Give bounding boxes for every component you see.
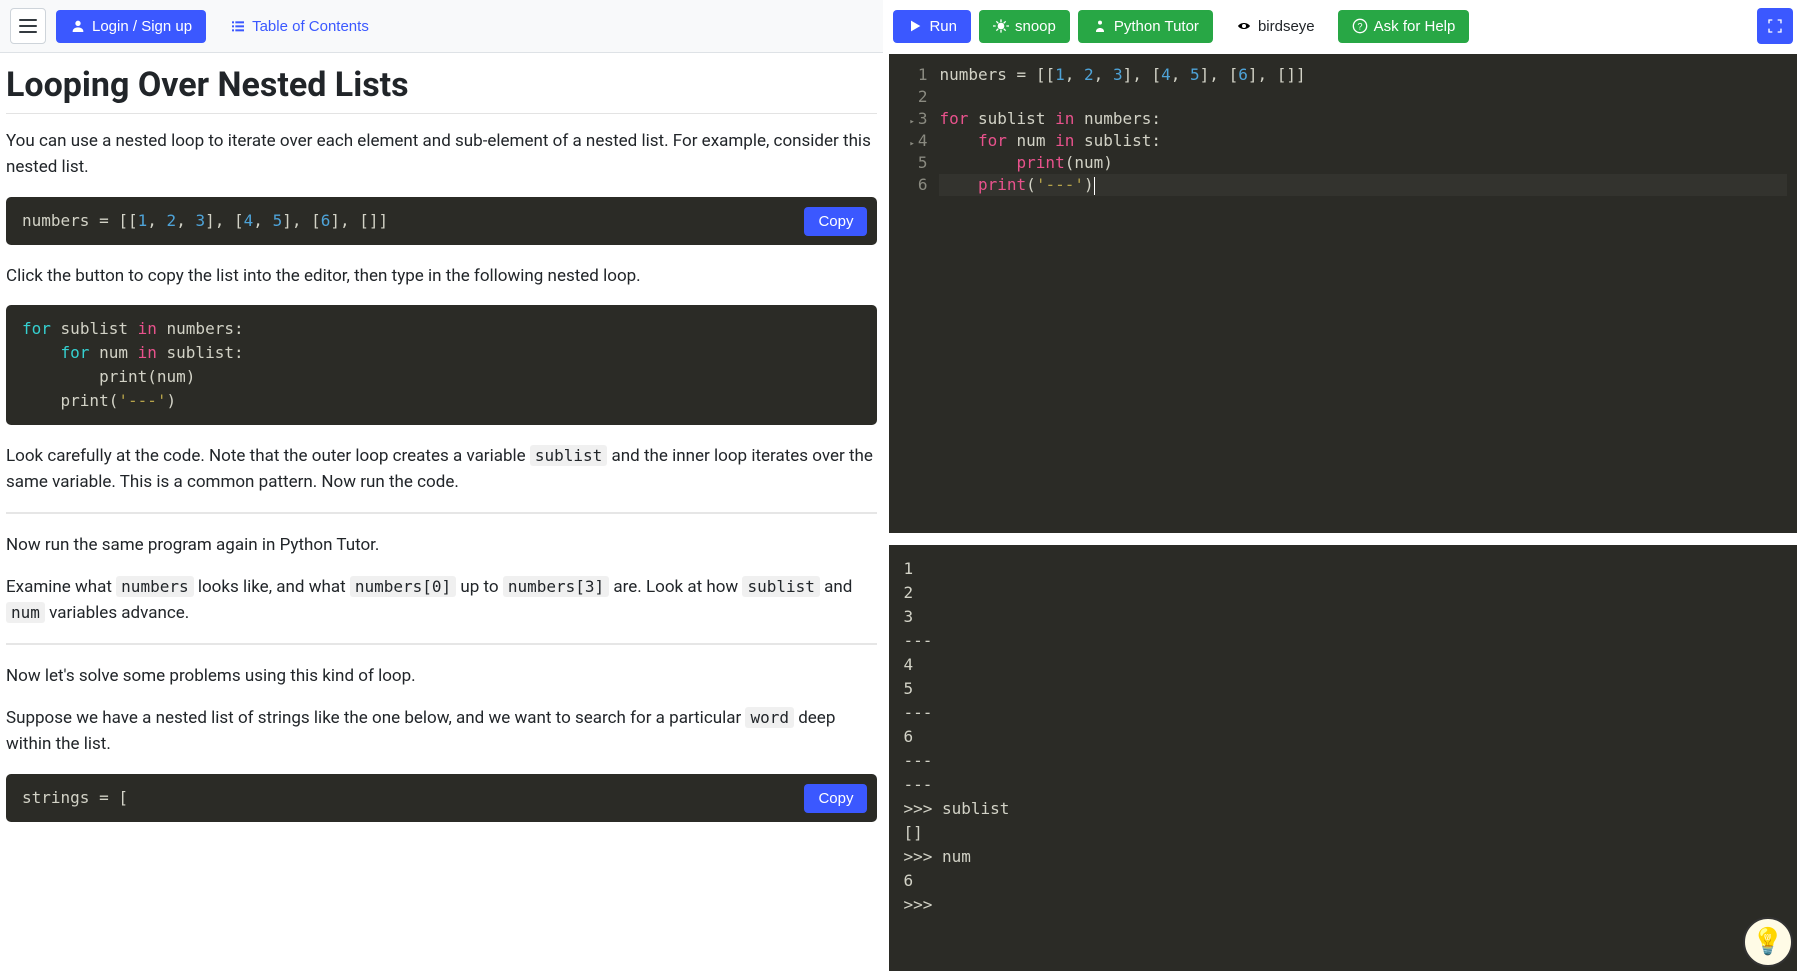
login-label: Login / Sign up bbox=[92, 18, 192, 35]
output-line: --- bbox=[903, 749, 1783, 773]
output-line: --- bbox=[903, 773, 1783, 797]
output-line: >>> sublist bbox=[903, 797, 1783, 821]
snoop-label: snoop bbox=[1015, 18, 1056, 35]
login-signup-button[interactable]: Login / Sign up bbox=[56, 10, 206, 43]
copy-button-3[interactable]: Copy bbox=[804, 784, 867, 813]
help-label: Ask for Help bbox=[1374, 18, 1456, 35]
ask-help-button[interactable]: ? Ask for Help bbox=[1338, 10, 1470, 43]
output-line: 6 bbox=[903, 869, 1783, 893]
question-icon: ? bbox=[1352, 18, 1368, 34]
paragraph: You can use a nested loop to iterate ove… bbox=[6, 128, 877, 181]
lesson-content: Looping Over Nested Lists You can use a … bbox=[0, 53, 883, 860]
list-icon bbox=[230, 18, 246, 34]
runner-pane: Run snoop Python Tutor birdseye ? Ask fo… bbox=[883, 0, 1803, 977]
output-line: [] bbox=[903, 821, 1783, 845]
fullscreen-button[interactable] bbox=[1757, 8, 1793, 44]
toc-link[interactable]: Table of Contents bbox=[216, 10, 383, 43]
play-icon bbox=[907, 18, 923, 34]
inline-code: sublist bbox=[530, 445, 607, 466]
output-line: >>> num bbox=[903, 845, 1783, 869]
output-line: >>> bbox=[903, 893, 1783, 917]
birdseye-button[interactable]: birdseye bbox=[1221, 9, 1330, 44]
output-console[interactable]: 123---45---6------>>> sublist[]>>> num6>… bbox=[889, 545, 1797, 971]
output-line: 5 bbox=[903, 677, 1783, 701]
code-example-2: for sublist in numbers: for num in subli… bbox=[6, 305, 877, 425]
copy-button-1[interactable]: Copy bbox=[804, 207, 867, 236]
inline-code: sublist bbox=[742, 576, 819, 597]
output-line: 6 bbox=[903, 725, 1783, 749]
bird-icon bbox=[1236, 18, 1252, 34]
content-pane: Login / Sign up Table of Contents Loopin… bbox=[0, 0, 883, 977]
output-line: --- bbox=[903, 629, 1783, 653]
inline-code: num bbox=[6, 602, 45, 623]
inline-code: numbers[3] bbox=[503, 576, 609, 597]
right-header: Run snoop Python Tutor birdseye ? Ask fo… bbox=[883, 0, 1803, 54]
output-line: 2 bbox=[903, 581, 1783, 605]
inline-code: word bbox=[745, 707, 794, 728]
code-editor[interactable]: 1 2 3 4 5 6 numbers = [[1, 2, 3], [4, 5]… bbox=[889, 54, 1797, 533]
inline-code: numbers bbox=[116, 576, 193, 597]
inline-code: numbers[0] bbox=[350, 576, 456, 597]
code-example-3: Copy strings = [ bbox=[6, 774, 877, 822]
run-button[interactable]: Run bbox=[893, 10, 971, 43]
bug-icon bbox=[993, 18, 1009, 34]
person-icon bbox=[1092, 18, 1108, 34]
paragraph: Click the button to copy the list into t… bbox=[6, 263, 877, 289]
paragraph: Now run the same program again in Python… bbox=[6, 532, 877, 558]
menu-hamburger-button[interactable] bbox=[10, 8, 46, 44]
output-line: 3 bbox=[903, 605, 1783, 629]
bulb-icon: 💡 bbox=[1752, 927, 1784, 957]
output-line: --- bbox=[903, 701, 1783, 725]
python-tutor-button[interactable]: Python Tutor bbox=[1078, 10, 1213, 43]
paragraph: Suppose we have a nested list of strings… bbox=[6, 705, 877, 758]
snoop-button[interactable]: snoop bbox=[979, 10, 1070, 43]
page-title: Looping Over Nested Lists bbox=[6, 65, 877, 105]
paragraph: Examine what numbers looks like, and wha… bbox=[6, 574, 877, 627]
expand-icon bbox=[1767, 18, 1783, 34]
paragraph: Look carefully at the code. Note that th… bbox=[6, 443, 877, 496]
output-line: 1 bbox=[903, 557, 1783, 581]
birdseye-label: birdseye bbox=[1258, 18, 1315, 35]
hint-bulb-button[interactable]: 💡 bbox=[1743, 917, 1793, 967]
left-header: Login / Sign up Table of Contents bbox=[0, 0, 883, 53]
editor-body[interactable]: numbers = [[1, 2, 3], [4, 5], [6], []] f… bbox=[933, 54, 1797, 533]
paragraph: Now let's solve some problems using this… bbox=[6, 663, 877, 689]
editor-gutter: 1 2 3 4 5 6 bbox=[889, 54, 933, 533]
run-label: Run bbox=[929, 18, 957, 35]
tutor-label: Python Tutor bbox=[1114, 18, 1199, 35]
output-line: 4 bbox=[903, 653, 1783, 677]
svg-text:?: ? bbox=[1357, 21, 1362, 31]
toc-label: Table of Contents bbox=[252, 18, 369, 35]
code-example-1: Copy numbers = [[1, 2, 3], [4, 5], [6], … bbox=[6, 197, 877, 245]
user-icon bbox=[70, 18, 86, 34]
